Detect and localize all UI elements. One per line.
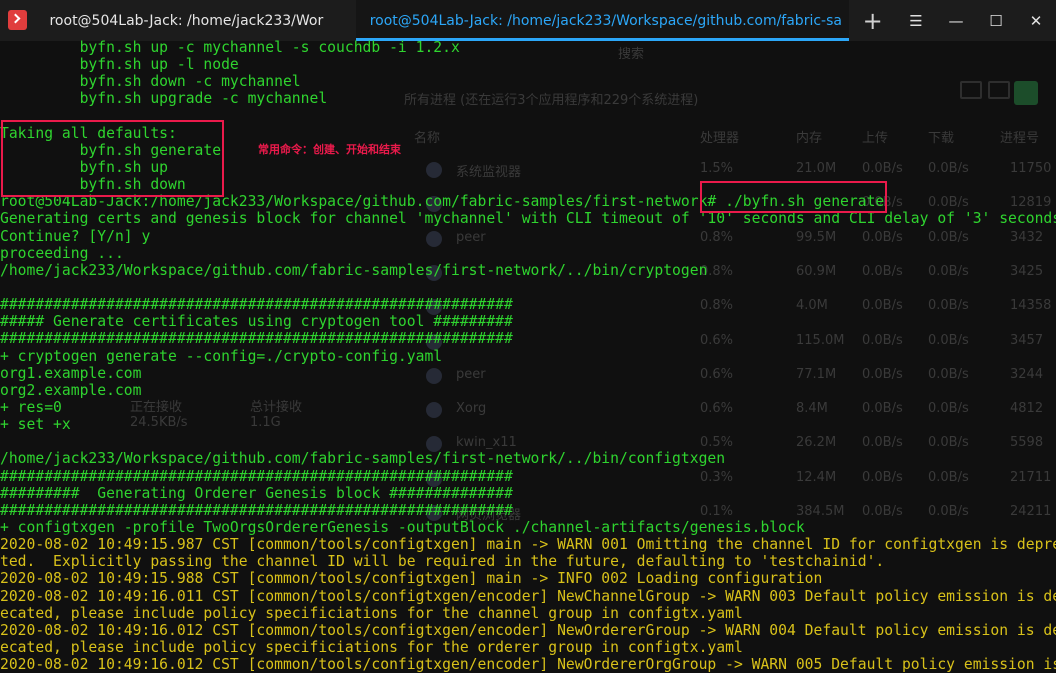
terminal-line: ######### Generating Orderer Genesis blo… [0,484,513,502]
terminal-line: byfn.sh upgrade -c mychannel [0,90,328,108]
terminal-app-icon[interactable] [8,10,28,30]
new-tab-button[interactable]: + [849,0,896,41]
terminal-line: 2020-08-02 10:49:16.012 CST [common/tool… [0,656,1056,673]
annotation-note: 常用命令：创建、开始和结束 [258,143,401,156]
terminal-line: + cryptogen generate --config=./crypto-c… [0,347,443,365]
terminal-line: byfn.sh down -c mychannel [0,73,301,91]
window-controls: ☰ — ☐ ✕ [896,0,1056,41]
terminal-line: ########################################… [0,501,513,519]
terminal-line: ##### Generate certificates using crypto… [0,313,513,331]
terminal-line: + configtxgen -profile TwoOrgsOrdererGen… [0,518,805,536]
terminal-line: /home/jack233/Workspace/github.com/fabri… [0,261,708,279]
terminal-line: + set +x [0,416,71,434]
terminal-line: ecated, please include policy specificia… [0,638,743,656]
tab-label: root@504Lab-Jack: /home/jack233/Workspac… [369,12,842,29]
tab-terminal-1[interactable]: root@504Lab-Jack: /home/jack233/Wor [35,0,355,41]
terminal-line: ########################################… [0,467,513,485]
terminal-line: Continue? [Y/n] y [0,227,151,245]
terminal-title-bar: root@504Lab-Jack: /home/jack233/Wor root… [0,0,1056,41]
maximize-button[interactable]: ☐ [976,0,1016,41]
terminal-line: ########################################… [0,330,513,348]
minimize-button[interactable]: — [936,0,976,41]
terminal-line: + res=0 [0,398,62,416]
terminal-line: /home/jack233/Workspace/github.com/fabri… [0,450,726,468]
annotation-box-command [700,181,887,213]
terminal-line: byfn.sh up -l node [0,56,239,74]
close-button[interactable]: ✕ [1016,0,1056,41]
terminal-line: proceeding ... [0,244,124,262]
terminal-line: ecated, please include policy specificia… [0,604,743,622]
terminal-line: org1.example.com [0,364,142,382]
terminal-line: 2020-08-02 10:49:16.011 CST [common/tool… [0,587,1056,605]
terminal-line: 2020-08-02 10:49:15.988 CST [common/tool… [0,570,823,588]
annotation-box-defaults [1,120,224,197]
tab-label: root@504Lab-Jack: /home/jack233/Wor [49,12,324,29]
terminal-line: org2.example.com [0,381,142,399]
terminal-line: ted. Explicitly passing the channel ID w… [0,553,885,571]
tab-terminal-2-active[interactable]: root@504Lab-Jack: /home/jack233/Workspac… [355,0,850,41]
terminal-line: 2020-08-02 10:49:15.987 CST [common/tool… [0,536,1056,554]
terminal-line: ########################################… [0,296,513,314]
terminal-line: 2020-08-02 10:49:16.012 CST [common/tool… [0,621,1056,639]
menu-icon[interactable]: ☰ [896,0,936,41]
terminal-line: byfn.sh up -c mychannel -s couchdb -i 1.… [0,39,460,56]
terminal-line: Generating certs and genesis block for c… [0,210,1056,228]
